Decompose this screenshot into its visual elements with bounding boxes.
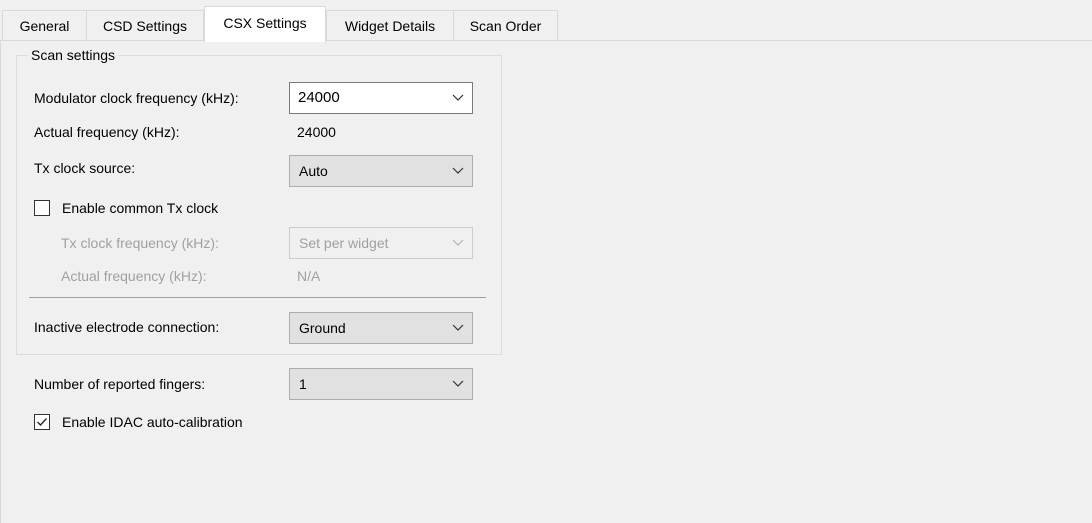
tab-scan-order[interactable]: Scan Order (453, 10, 558, 40)
modulator-clock-label: Modulator clock frequency (kHz): (34, 90, 239, 106)
tab-strip: General CSD Settings CSX Settings Widget… (0, 0, 1092, 42)
tx-clock-frequency-label: Tx clock frequency (kHz): (61, 235, 219, 251)
tx-clock-source-value[interactable]: Auto (299, 163, 328, 179)
group-separator (29, 297, 486, 298)
chevron-down-icon (452, 239, 464, 247)
checkmark-icon (37, 418, 47, 426)
chevron-down-icon[interactable] (452, 324, 464, 332)
enable-common-tx-checkbox[interactable] (34, 200, 50, 216)
modulator-clock-combo[interactable]: 24000 (289, 82, 473, 114)
inactive-electrode-label: Inactive electrode connection: (34, 319, 220, 335)
idac-autocal-checkbox[interactable] (34, 414, 50, 430)
enable-common-tx-label[interactable]: Enable common Tx clock (62, 199, 218, 217)
tx-actual-frequency-label: Actual frequency (kHz): (61, 268, 207, 284)
reported-fingers-value[interactable]: 1 (299, 376, 307, 392)
tx-clock-source-combo[interactable]: Auto (289, 155, 473, 187)
inactive-electrode-value[interactable]: Ground (299, 320, 346, 336)
actual-frequency-label: Actual frequency (kHz): (34, 124, 180, 140)
tx-clock-source-label: Tx clock source: (34, 160, 136, 176)
tab-csx-settings[interactable]: CSX Settings (204, 6, 326, 42)
reported-fingers-label: Number of reported fingers: (34, 376, 206, 392)
modulator-clock-value[interactable]: 24000 (298, 89, 340, 106)
reported-fingers-combo[interactable]: 1 (289, 368, 473, 400)
actual-frequency-value: 24000 (297, 124, 336, 140)
tab-general[interactable]: General (2, 10, 87, 40)
idac-autocal-label[interactable]: Enable IDAC auto-calibration (62, 413, 243, 431)
inactive-electrode-combo[interactable]: Ground (289, 312, 473, 344)
chevron-down-icon[interactable] (452, 167, 464, 175)
tab-csd-settings[interactable]: CSD Settings (86, 10, 204, 40)
tx-actual-frequency-value: N/A (297, 268, 321, 284)
chevron-down-icon[interactable] (452, 94, 464, 102)
tx-clock-frequency-value: Set per widget (299, 235, 389, 251)
chevron-down-icon[interactable] (452, 380, 464, 388)
scan-settings-title: Scan settings (28, 46, 119, 64)
tab-widget-details[interactable]: Widget Details (326, 10, 454, 40)
tx-clock-frequency-combo[interactable]: Set per widget (289, 227, 473, 259)
